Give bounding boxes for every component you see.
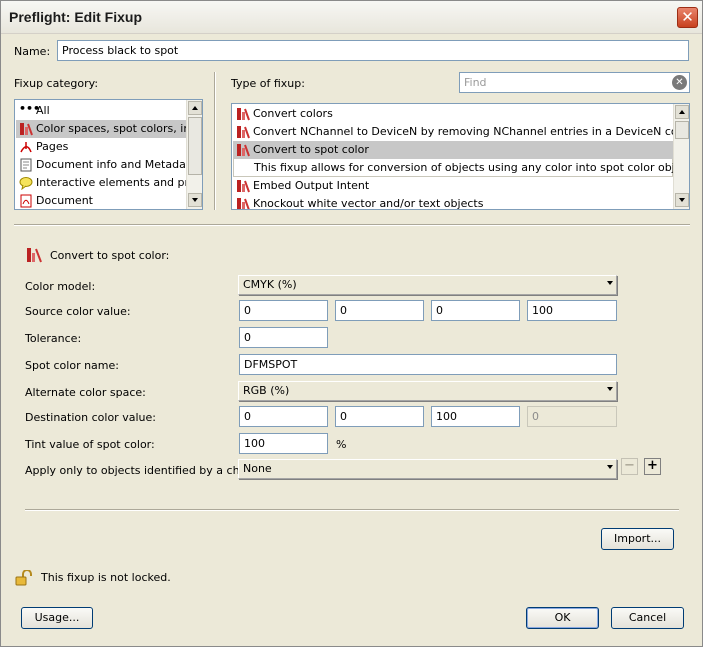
alternate-space-label: Alternate color space: <box>25 386 146 399</box>
category-item-document-info[interactable]: Document info and Metadata <box>16 156 197 174</box>
window-title: Preflight: Edit Fixup <box>9 9 142 25</box>
alternate-space-select[interactable]: RGB (%) <box>238 381 617 401</box>
source-color-c[interactable]: 0 <box>239 300 328 321</box>
ellipsis-icon: ••• <box>19 102 41 115</box>
fixup-item-convert-to-spot[interactable]: Convert to spot color <box>233 141 673 159</box>
color-spaces-icon <box>236 197 250 209</box>
category-scroll-down[interactable] <box>188 193 202 207</box>
details-heading: Convert to spot color: <box>50 249 170 262</box>
comment-bubble-icon <box>19 176 33 191</box>
tolerance-input[interactable]: 0 <box>239 327 328 348</box>
color-spaces-icon <box>236 107 250 121</box>
fixup-category-list[interactable]: ••• All Color spaces, spot colors, inks … <box>14 99 203 210</box>
fixup-scroll-thumb[interactable] <box>675 121 689 139</box>
chevron-down-icon <box>607 465 613 469</box>
category-scrollbar[interactable] <box>186 100 202 209</box>
tint-label: Tint value of spot color: <box>25 438 155 451</box>
clear-search-icon[interactable]: ✕ <box>672 75 687 90</box>
category-item-color-spaces[interactable]: Color spaces, spot colors, inks <box>16 120 202 138</box>
destination-color-b[interactable]: 100 <box>431 406 520 427</box>
pdf-document-icon <box>19 194 33 208</box>
unlocked-padlock-icon <box>15 569 33 586</box>
apply-only-label: Apply only to objects identified by a ch… <box>25 464 263 477</box>
fixup-item-embed-output-intent[interactable]: Embed Output Intent <box>233 177 673 195</box>
panel-divider <box>214 72 216 210</box>
color-spaces-icon <box>236 125 250 139</box>
fixup-scroll-up[interactable] <box>675 105 689 119</box>
category-scroll-up[interactable] <box>188 101 202 115</box>
spot-name-label: Spot color name: <box>25 359 119 372</box>
category-scroll-thumb[interactable] <box>188 117 202 175</box>
destination-color-extra: 0 <box>527 406 617 427</box>
document-info-icon <box>19 158 33 172</box>
tint-unit: % <box>336 438 347 451</box>
close-button[interactable]: ✕ <box>677 7 698 28</box>
section-divider <box>14 224 690 226</box>
fixup-category-label: Fixup category: <box>14 77 99 90</box>
source-color-label: Source color value: <box>25 305 131 318</box>
ok-button[interactable]: OK <box>526 607 599 629</box>
title-bar: Preflight: Edit Fixup ✕ <box>1 1 702 34</box>
add-check-button[interactable]: + <box>644 458 661 475</box>
usage-button[interactable]: Usage... <box>21 607 93 629</box>
source-color-y[interactable]: 0 <box>431 300 520 321</box>
category-item-pages[interactable]: Pages <box>16 138 186 156</box>
apply-only-select[interactable]: None <box>238 459 617 479</box>
destination-color-g[interactable]: 0 <box>335 406 424 427</box>
destination-color-r[interactable]: 0 <box>239 406 328 427</box>
lock-status-text: This fixup is not locked. <box>41 571 171 584</box>
fixup-type-list[interactable]: Convert colors Convert NChannel to Devic… <box>231 103 690 210</box>
category-item-interactive-elements[interactable]: Interactive elements and prope <box>16 174 202 192</box>
find-placeholder: Find <box>464 76 487 89</box>
name-input[interactable]: Process black to spot <box>57 40 689 61</box>
type-of-fixup-label: Type of fixup: <box>231 77 305 90</box>
tolerance-label: Tolerance: <box>25 332 82 345</box>
spot-name-input[interactable]: DFMSPOT <box>239 354 617 375</box>
fixup-item-convert-nchannel[interactable]: Convert NChannel to DeviceN by removing … <box>233 123 689 141</box>
pdf-icon <box>19 140 33 154</box>
tint-input[interactable]: 100 <box>239 433 328 454</box>
color-spaces-icon <box>236 179 250 193</box>
chevron-down-icon <box>607 281 613 285</box>
edit-fixup-dialog: Preflight: Edit Fixup ✕ Name: Process bl… <box>0 0 703 647</box>
destination-color-label: Destination color value: <box>25 411 156 424</box>
find-input[interactable]: Find ✕ <box>459 72 690 93</box>
source-color-m[interactable]: 0 <box>335 300 424 321</box>
name-label: Name: <box>14 45 51 58</box>
category-item-all[interactable]: ••• All <box>16 102 186 120</box>
color-spaces-icon <box>236 143 250 157</box>
bottom-divider <box>25 509 679 511</box>
color-model-label: Color model: <box>25 280 96 293</box>
remove-check-button[interactable]: − <box>621 458 638 475</box>
fixup-scroll-down[interactable] <box>675 193 689 207</box>
chevron-down-icon <box>607 387 613 391</box>
fixup-item-knockout-white[interactable]: Knockout white vector and/or text object… <box>233 195 673 209</box>
color-spaces-icon <box>19 122 33 136</box>
convert-to-spot-icon <box>26 247 42 263</box>
color-model-select[interactable]: CMYK (%) <box>238 275 617 295</box>
fixup-item-convert-colors[interactable]: Convert colors <box>233 105 673 123</box>
category-item-document[interactable]: Document <box>16 192 186 209</box>
import-button[interactable]: Import... <box>601 528 674 550</box>
cancel-button[interactable]: Cancel <box>611 607 684 629</box>
fixup-type-scrollbar[interactable] <box>673 104 689 209</box>
source-color-k[interactable]: 100 <box>527 300 617 321</box>
fixup-description: This fixup allows for conversion of obje… <box>233 159 689 177</box>
